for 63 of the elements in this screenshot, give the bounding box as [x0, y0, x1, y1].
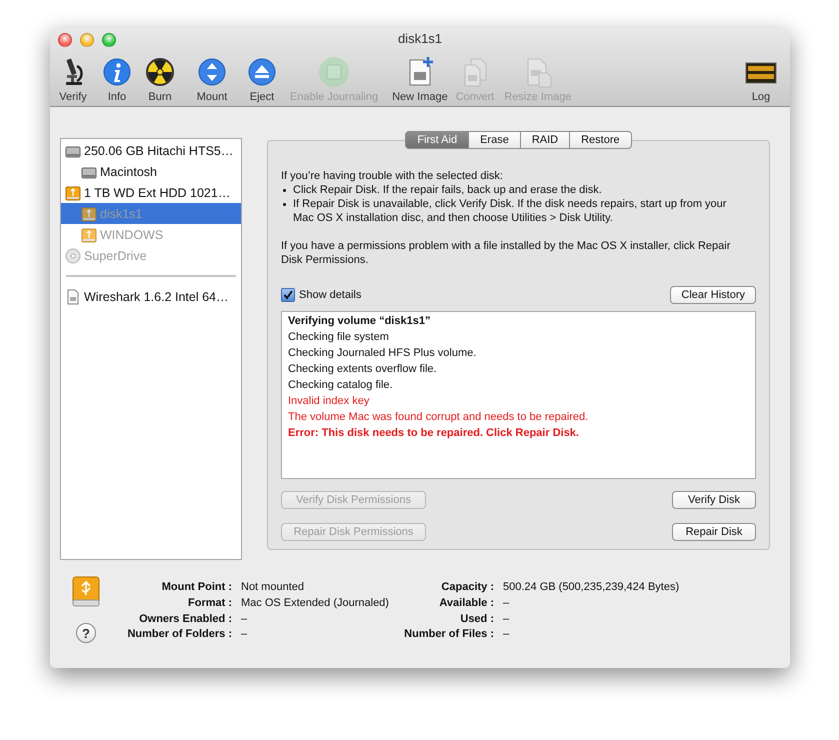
bullet-item: Click Repair Disk. If the repair fails, back up and erase the disk. — [281, 183, 743, 197]
log-line: Checking catalog file. — [288, 378, 394, 393]
toolbar-button[interactable]: New Image — [389, 56, 451, 103]
tab[interactable]: Restore — [570, 131, 632, 149]
field-label: Used : — [459, 612, 494, 626]
minimize-button[interactable] — [80, 33, 94, 47]
window-title: disk1s1 — [398, 31, 442, 48]
instruction-text: If you have a permissions problem with a file installed by the Mac OS X installer, click Repair Disk Permissions. — [281, 239, 732, 267]
info-icon — [101, 56, 133, 88]
field-value: Not mounted — [241, 580, 305, 595]
toolbar-button[interactable]: Info — [98, 56, 136, 103]
eject-icon — [246, 56, 278, 88]
action-button[interactable]: Repair Disk — [672, 523, 756, 541]
instruction-text: If you’re having trouble with the selected disk: — [281, 169, 504, 183]
sidebar-item[interactable]: 250.06 GB Hitachi HTS5… — [61, 140, 241, 161]
field-label: Number of Folders : — [126, 627, 232, 642]
disk-image-icon — [65, 288, 81, 304]
field-label: Number of Files : — [403, 627, 494, 642]
usb-drive-icon — [65, 184, 81, 200]
zoom-button[interactable] — [102, 33, 116, 47]
tab[interactable]: Erase — [469, 131, 521, 149]
log-line: The volume Mac was found corrupt and needs to be repaired. — [288, 410, 590, 425]
checkbox[interactable] — [281, 288, 295, 302]
sidebar-item[interactable]: Macintosh — [61, 161, 241, 182]
help-button[interactable]: ? — [76, 623, 96, 643]
usb-drive-icon — [72, 576, 100, 608]
checkmark-icon — [283, 290, 293, 300]
toolbar-button[interactable]: Verify — [54, 56, 92, 103]
field-label: Available : — [438, 596, 494, 611]
log-line: Error: This disk needs to be repaired. Click Repair Disk. — [288, 426, 580, 441]
usb-drive-icon — [81, 226, 97, 242]
field-label: Format : — [187, 596, 232, 611]
log-line: Checking file system — [288, 330, 390, 345]
field-label: Owners Enabled : — [138, 612, 232, 626]
close-button[interactable] — [58, 33, 72, 47]
sidebar-item[interactable]: 1 TB WD Ext HDD 1021… — [61, 182, 241, 203]
log-line: Checking Journaled HFS Plus volume. — [288, 346, 478, 361]
log-line: Verifying volume “disk1s1” — [288, 314, 432, 329]
field-value: – — [503, 596, 510, 611]
toolbar-button[interactable]: Burn — [141, 56, 179, 103]
tab[interactable]: RAID — [520, 131, 570, 149]
field-value: – — [241, 612, 248, 626]
toolbar-button[interactable]: Log — [742, 56, 780, 103]
field-value: – — [503, 627, 510, 642]
mount-icon — [196, 56, 228, 88]
field-label: Capacity : — [440, 580, 494, 595]
action-button[interactable]: Verify Disk — [672, 491, 756, 509]
radiation-icon — [144, 56, 176, 88]
toolbar-button[interactable]: Eject — [243, 56, 281, 103]
log-line: Invalid index key — [288, 394, 370, 409]
clear-history-button[interactable]: Clear History — [670, 286, 756, 304]
field-value: – — [241, 627, 248, 642]
usb-drive-icon — [81, 206, 97, 222]
disc-icon — [65, 248, 81, 264]
field-value: 500.24 GB (500,235,239,424 Bytes) — [503, 580, 680, 595]
tab[interactable]: First Aid — [405, 131, 470, 149]
sidebar-item[interactable]: Wireshark 1.6.2 Intel 64… — [61, 286, 241, 307]
checkbox-label[interactable]: Show details — [299, 289, 362, 301]
field-label: Mount Point : — [160, 580, 232, 595]
log-line: Checking extents overflow file. — [288, 362, 438, 377]
toolbar-button[interactable]: Mount — [193, 56, 231, 103]
field-value: – — [503, 612, 510, 626]
bullet-item: If Repair Disk is unavailable, click Verify Disk. If the disk needs repairs, start up from your Mac OS X installation disc, and then choose Utilities > Disk Utility. — [281, 197, 743, 225]
